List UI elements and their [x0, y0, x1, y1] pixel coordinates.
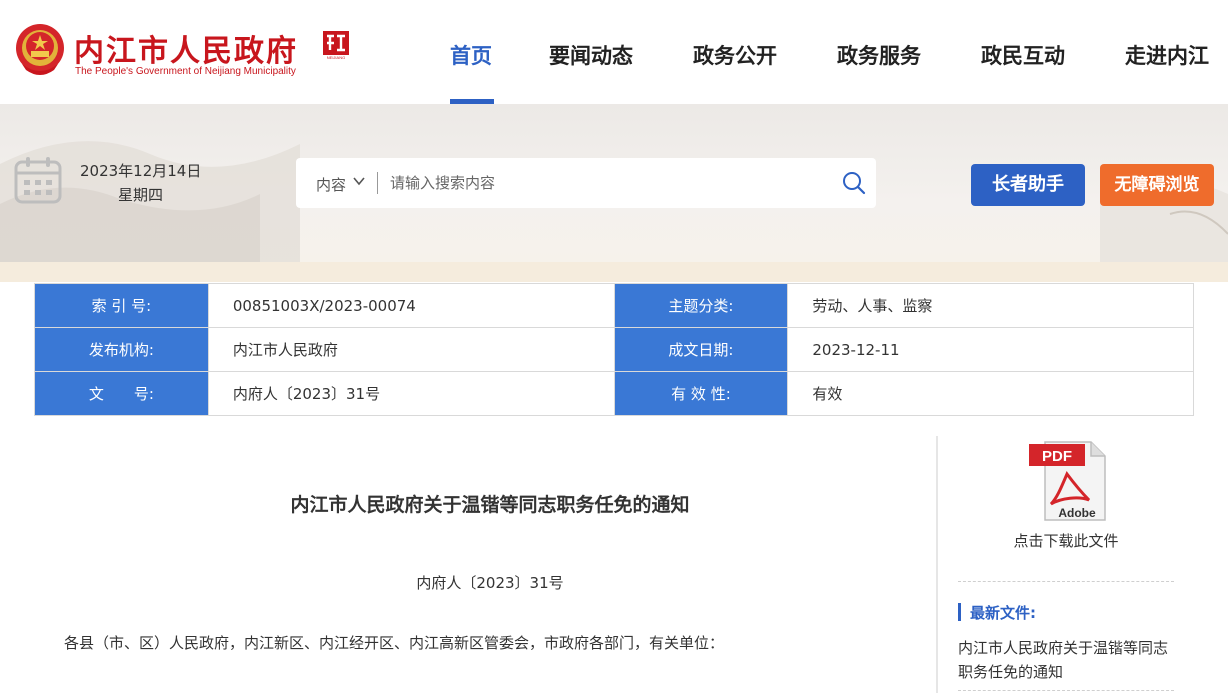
article-paragraph: 各县（市、区）人民政府，内江新区、内江经开区、内江高新区管委会，市政府各部门，有…	[64, 634, 725, 652]
meta-row: 发布机构: 内江市人民政府 成文日期: 2023-12-11	[34, 327, 1194, 372]
elder-assistant-button[interactable]: 长者助手	[971, 164, 1085, 206]
article-title: 内江市人民政府关于温锴等同志职务任免的通知	[290, 494, 690, 516]
meta-label: 发布机构:	[34, 327, 209, 372]
meta-label: 主题分类:	[613, 283, 789, 328]
meta-value-date: 2023-12-11	[787, 327, 1194, 372]
meta-label: 索 引 号:	[34, 283, 209, 328]
article-doc-number: 内府人〔2023〕31号	[416, 574, 564, 592]
nav-news[interactable]: 要闻动态	[549, 40, 633, 70]
sidebar-separator	[958, 690, 1174, 691]
site-subtitle: The People's Government of Neijiang Muni…	[75, 66, 296, 77]
meta-row: 文 号: 内府人〔2023〕31号 有 效 性: 有效	[34, 371, 1194, 416]
nav-gov-affairs-open[interactable]: 政务公开	[693, 40, 777, 70]
site-seal-icon: NEIJIANG	[323, 31, 349, 60]
pdf-download-icon[interactable]: PDF Adobe	[1027, 440, 1107, 522]
nav-about-neijiang[interactable]: 走进内江	[1125, 40, 1209, 70]
nav-gov-services[interactable]: 政务服务	[837, 40, 921, 70]
adobe-brand-text: Adobe	[1058, 506, 1096, 520]
meta-value-publisher: 内江市人民政府	[207, 327, 615, 372]
calendar-icon	[14, 157, 62, 204]
download-file-link[interactable]: 点击下载此文件	[958, 530, 1174, 551]
chevron-down-icon[interactable]	[352, 174, 366, 188]
latest-files-heading: 最新文件:	[970, 604, 1036, 622]
meta-value-doc-no: 内府人〔2023〕31号	[207, 371, 615, 416]
search-scope-select[interactable]: 内容	[316, 174, 346, 195]
banner-bottom-strip	[0, 262, 1228, 282]
meta-label: 文 号:	[34, 371, 209, 416]
current-date: 2023年12月14日	[80, 162, 202, 180]
latest-files-marker	[958, 603, 961, 621]
meta-label: 有 效 性:	[613, 371, 789, 416]
meta-value-topic: 劳动、人事、监察	[787, 283, 1194, 328]
search-divider	[377, 172, 378, 194]
latest-file-link[interactable]: 内江市人民政府关于温锴等同志职务任免的通知	[958, 636, 1174, 684]
sidebar-divider	[936, 436, 938, 693]
document-meta-table: 索 引 号: 00851003X/2023-00074 主题分类: 劳动、人事、…	[34, 283, 1194, 416]
meta-label: 成文日期:	[613, 327, 789, 372]
search-bar: 内容	[296, 158, 876, 208]
current-weekday: 星期四	[118, 186, 164, 204]
pdf-badge-text: PDF	[1042, 448, 1072, 465]
search-input[interactable]	[390, 170, 830, 196]
meta-value-validity: 有效	[787, 371, 1194, 416]
site-title[interactable]: 内江市人民政府	[74, 26, 298, 70]
site-header: 内江市人民政府 NEIJIANG The People's Government…	[0, 0, 1228, 104]
svg-text:NEIJIANG: NEIJIANG	[327, 55, 345, 60]
meta-value-index-no: 00851003X/2023-00074	[207, 283, 615, 328]
meta-row: 索 引 号: 00851003X/2023-00074 主题分类: 劳动、人事、…	[34, 283, 1194, 328]
national-emblem-icon	[16, 24, 64, 75]
search-icon[interactable]	[842, 171, 866, 195]
nav-interaction[interactable]: 政民互动	[981, 40, 1065, 70]
accessible-browse-button[interactable]: 无障碍浏览	[1100, 164, 1214, 206]
sidebar-separator	[958, 581, 1174, 582]
nav-home[interactable]: 首页	[450, 40, 492, 70]
